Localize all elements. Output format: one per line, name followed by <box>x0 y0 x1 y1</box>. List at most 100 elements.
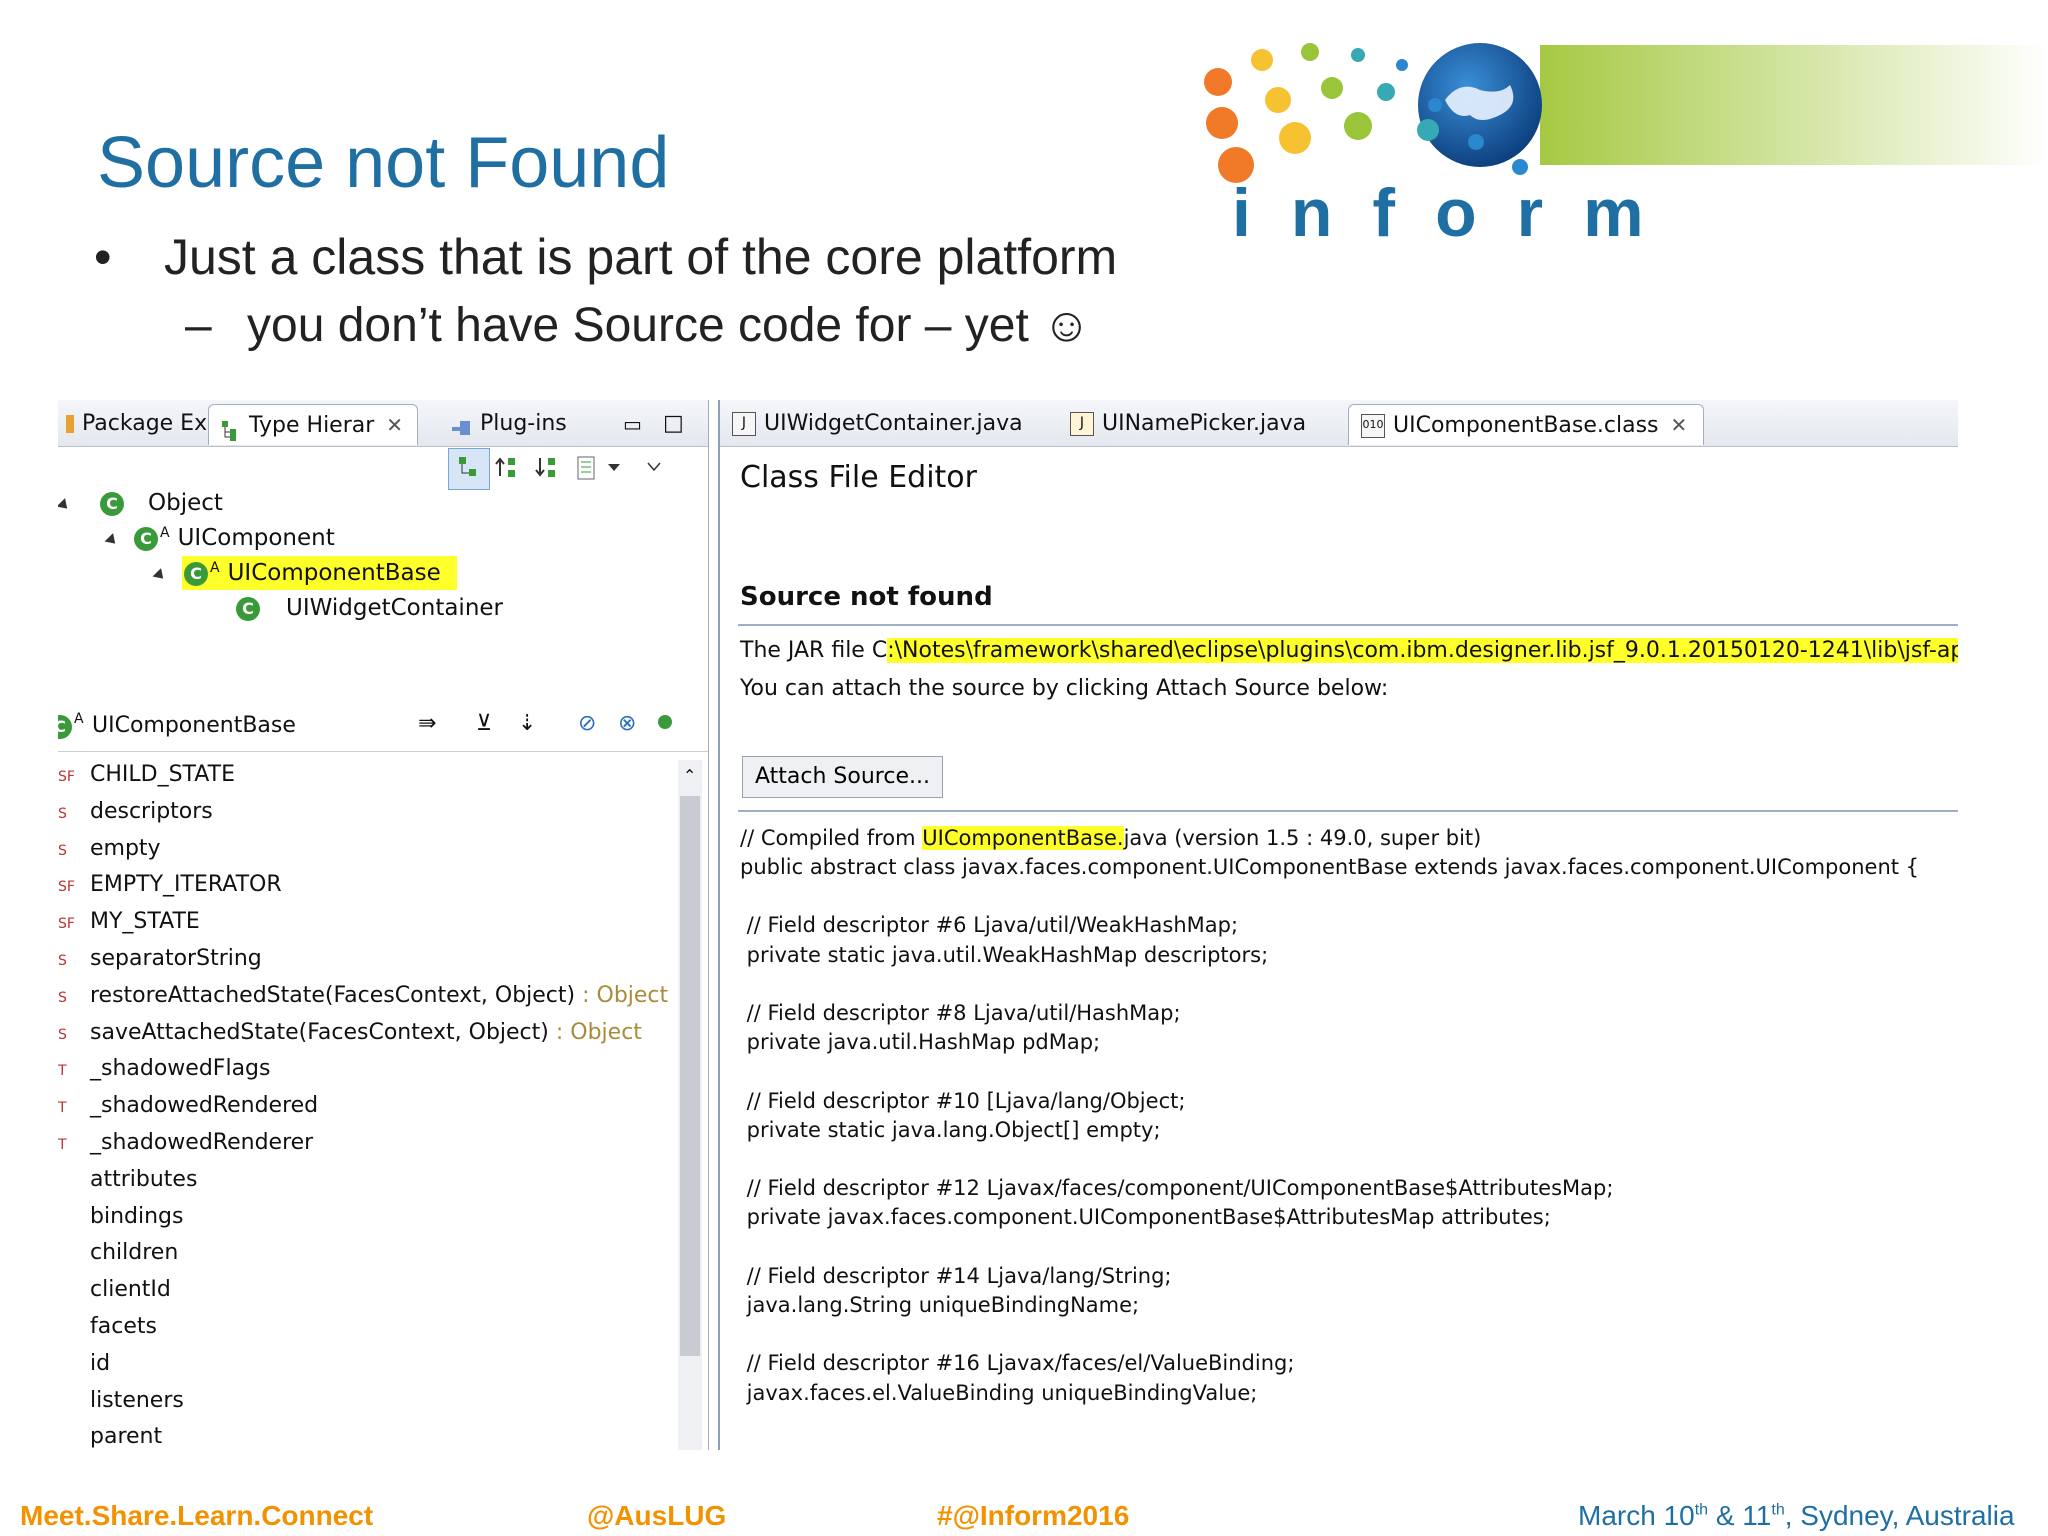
footer-date: March 10th & 11th, Sydney, Australia <box>1578 1500 2015 1532</box>
tab-uiwidgetcontainer-java[interactable]: J UIWidgetContainer.java <box>732 404 1023 444</box>
abstract-marker: A <box>160 525 170 541</box>
member-row[interactable]: listeners <box>58 1386 184 1416</box>
member-row[interactable]: facets <box>58 1312 157 1342</box>
minimize-icon[interactable]: ▭ <box>623 404 642 444</box>
expand-arrow-icon[interactable] <box>104 533 120 548</box>
tab-label: Plug-ins <box>480 411 567 436</box>
code-highlight: UIComponentBase. <box>922 826 1124 850</box>
jar-path: :\Notes\framework\shared\eclipse\plugins… <box>887 638 1958 663</box>
member-label: CHILD_STATE <box>90 762 235 787</box>
member-row[interactable]: T _shadowedRendered <box>58 1091 318 1121</box>
lock-view-icon[interactable]: ⊻ <box>476 711 492 736</box>
member-label: MY_STATE <box>90 909 200 935</box>
show-subtype-hierarchy-icon[interactable] <box>528 448 568 488</box>
tree-item-uiwidgetcontainer[interactable]: C UIWidgetContainer <box>236 595 503 621</box>
date-part: & 11 <box>1708 1500 1772 1531</box>
source-not-found-heading: Source not found <box>740 582 993 612</box>
scroll-up-icon[interactable]: ⌃ <box>683 766 696 785</box>
member-row[interactable]: SF CHILD_STATE <box>58 760 235 790</box>
member-row[interactable]: clientId <box>58 1275 171 1305</box>
class-icon: C <box>134 526 158 551</box>
history-dropdown-icon[interactable] <box>600 448 640 488</box>
member-row[interactable]: SF MY_STATE <box>58 907 200 937</box>
show-inherited-icon[interactable]: ⇛ <box>418 711 436 736</box>
bullet-1: • Just a class that is part of the core p… <box>94 228 1117 286</box>
member-modifier-icon: SF <box>58 916 75 933</box>
member-row[interactable]: children <box>58 1238 178 1268</box>
hide-non-public-icon[interactable] <box>658 715 672 729</box>
show-type-hierarchy-icon[interactable] <box>448 448 490 490</box>
attach-source-hint: You can attach the source by clicking At… <box>740 676 1389 701</box>
tab-type-hierarchy[interactable]: Type Hierar ✕ <box>208 404 419 445</box>
left-panel: Package Ex Type Hierar ✕ Plug-ins ▭ □ C Ob… <box>58 400 709 1450</box>
member-row[interactable]: id <box>58 1349 110 1379</box>
member-modifier-icon: T <box>58 1100 67 1117</box>
tab-label: UIComponentBase.class <box>1393 413 1659 438</box>
member-label: facets <box>90 1314 157 1339</box>
editor-title: Class File Editor <box>740 460 977 495</box>
expand-arrow-icon[interactable] <box>152 568 168 583</box>
class-icon: C <box>58 715 72 739</box>
member-row[interactable]: SrestoreAttachedState(FacesContext, Obje… <box>58 981 668 1011</box>
maximize-icon[interactable]: □ <box>663 404 684 444</box>
member-row[interactable]: Sdescriptors <box>58 797 213 827</box>
show-supertype-hierarchy-icon[interactable] <box>488 448 528 488</box>
sort-members-icon[interactable]: ⇣ <box>518 711 536 736</box>
tab-uinamepicker-java[interactable]: J UINamePicker.java <box>1070 404 1306 444</box>
slide-title: Source not Found <box>97 123 670 203</box>
member-row[interactable]: Sempty <box>58 834 161 864</box>
member-label: parent <box>90 1424 163 1450</box>
member-label: _shadowedRenderer <box>90 1130 314 1155</box>
member-row[interactable]: SF EMPTY_ITERATOR <box>58 870 282 900</box>
date-part: , Sydney, Australia <box>1784 1500 2015 1531</box>
tab-package-explorer[interactable]: Package Ex <box>66 404 207 444</box>
member-return-type: : Object <box>548 1019 642 1045</box>
scroll-thumb[interactable] <box>680 796 700 1356</box>
member-row[interactable]: parent <box>58 1422 162 1450</box>
member-label: id <box>90 1350 111 1376</box>
member-row[interactable]: T _shadowedFlags <box>58 1054 270 1084</box>
tree-item-label: UIComponentBase <box>227 560 441 586</box>
code-line: // Field descriptor #14 Ljava/lang/Strin… <box>740 1263 1172 1288</box>
hide-static-icon[interactable]: ⊗ <box>618 711 636 736</box>
eclipse-screenshot: Package Ex Type Hierar ✕ Plug-ins ▭ □ C Ob… <box>58 400 1958 1450</box>
member-modifier-icon: T <box>58 1063 67 1080</box>
member-row[interactable]: SseparatorString <box>58 944 262 974</box>
member-modifier-icon: S <box>58 989 67 1006</box>
tree-item-object[interactable]: C Object <box>58 490 223 516</box>
logo-text: inform <box>1232 175 1684 250</box>
member-row[interactable]: T _shadowedRenderer <box>58 1128 313 1158</box>
tree-item-uicomponentbase[interactable]: C A UIComponentBase <box>152 556 457 590</box>
code-line: // Field descriptor #12 Ljavax/faces/com… <box>740 1176 1614 1201</box>
member-label: empty <box>90 835 161 861</box>
tab-plug-ins[interactable]: Plug-ins <box>450 404 567 444</box>
view-menu-icon[interactable] <box>636 448 676 488</box>
member-label: children <box>90 1240 179 1266</box>
tab-uicomponentbase-class[interactable]: 010 UIComponentBase.class ✕ <box>1348 404 1705 445</box>
member-modifier-icon: SF <box>58 879 75 896</box>
divider <box>738 810 1958 812</box>
hide-fields-icon[interactable]: ⊘ <box>578 711 596 736</box>
member-label: separatorString <box>90 946 262 971</box>
editor-panel: J UIWidgetContainer.java J UINamePicker.ja… <box>718 400 1958 1450</box>
tree-item-label: UIComponent <box>177 525 335 551</box>
member-row[interactable]: SsaveAttachedState(FacesContext, Object)… <box>58 1018 642 1048</box>
member-list-scrollbar[interactable]: ⌃ <box>678 760 702 1450</box>
close-tab-icon[interactable]: ✕ <box>1671 413 1688 437</box>
expand-arrow-icon[interactable] <box>58 498 72 513</box>
member-row[interactable]: attributes <box>58 1165 197 1195</box>
member-label: restoreAttachedState(FacesContext, Objec… <box>90 982 576 1008</box>
code-line: // Field descriptor #6 Ljava/util/WeakHa… <box>740 913 1239 938</box>
left-tab-bar: Package Ex Type Hierar ✕ Plug-ins ▭ □ <box>58 400 708 447</box>
member-row[interactable]: bindings <box>58 1202 183 1232</box>
divider <box>738 624 1958 626</box>
jar-prefix: The JAR file C <box>740 638 888 663</box>
bullet-2-text: you don’t have Source code for – yet ☺ <box>247 299 1092 352</box>
member-list-header: C A UIComponentBase ⇛ ⊻ ⇣ ⊘ ⊗ <box>58 705 708 752</box>
tree-item-uicomponent[interactable]: C A UIComponent <box>104 525 335 551</box>
close-tab-icon[interactable]: ✕ <box>386 413 403 437</box>
attach-source-button[interactable]: Attach Source... <box>742 756 943 798</box>
bullet-1-text: Just a class that is part of the core pl… <box>164 229 1118 285</box>
code-line: private static java.util.WeakHashMap des… <box>740 942 1269 967</box>
code-line: // Field descriptor #10 [Ljava/lang/Obje… <box>740 1088 1186 1113</box>
